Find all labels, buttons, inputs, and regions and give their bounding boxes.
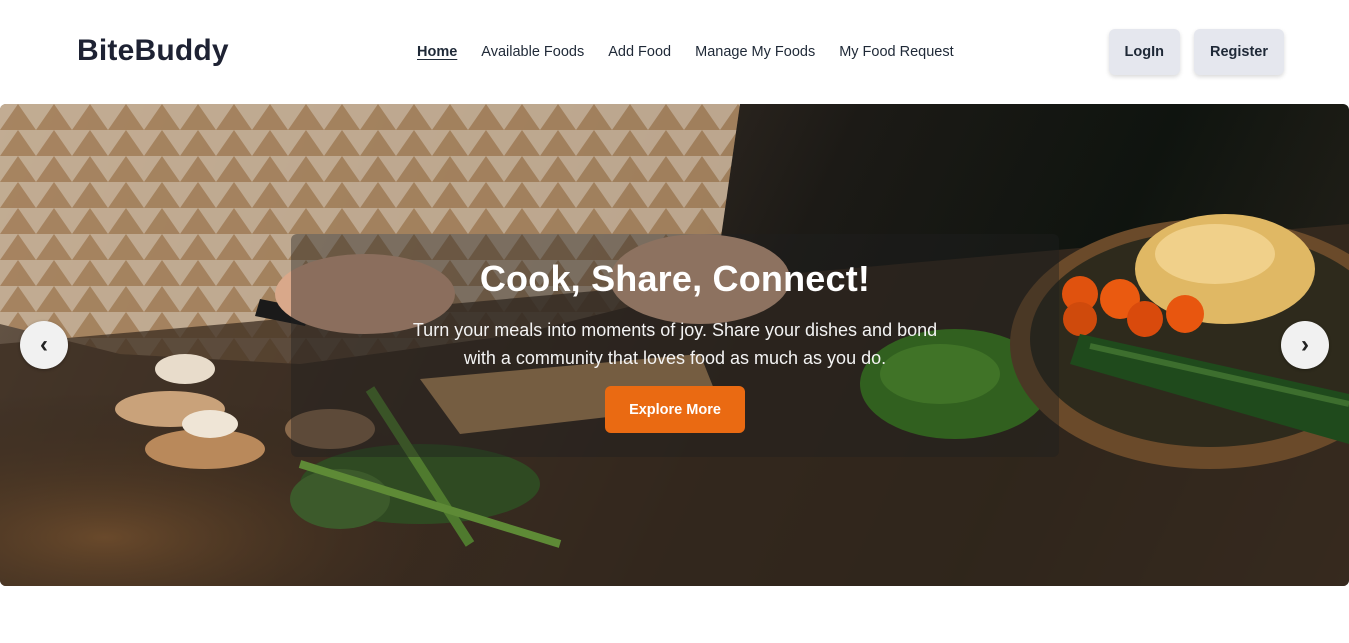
nav-item-available-foods[interactable]: Available Foods: [481, 44, 584, 60]
brand-logo[interactable]: BiteBuddy: [77, 34, 229, 68]
hero-caption-card: Cook, Share, Connect! Turn your meals in…: [291, 234, 1059, 457]
login-button[interactable]: LogIn: [1108, 29, 1180, 75]
explore-more-button[interactable]: Explore More: [605, 386, 745, 433]
nav-item-add-food[interactable]: Add Food: [608, 44, 671, 60]
nav-item-manage-my-foods[interactable]: Manage My Foods: [695, 44, 815, 60]
carousel-next-button[interactable]: ›: [1281, 321, 1329, 369]
chevron-left-icon: ‹: [40, 331, 48, 358]
carousel-prev-button[interactable]: ‹: [20, 321, 68, 369]
hero-subtitle: Turn your meals into moments of joy. Sha…: [412, 320, 938, 368]
main-nav: Home Available Foods Add Food Manage My …: [417, 44, 954, 60]
auth-buttons: LogIn Register: [1108, 29, 1284, 75]
nav-item-home[interactable]: Home: [417, 44, 457, 60]
chevron-right-icon: ›: [1301, 331, 1309, 358]
navbar: BiteBuddy Home Available Foods Add Food …: [0, 0, 1349, 104]
hero-carousel: Cook, Share, Connect! Turn your meals in…: [0, 104, 1349, 586]
nav-item-my-food-request[interactable]: My Food Request: [839, 44, 953, 60]
hero-title: Cook, Share, Connect!: [479, 258, 871, 299]
register-button[interactable]: Register: [1193, 29, 1284, 75]
